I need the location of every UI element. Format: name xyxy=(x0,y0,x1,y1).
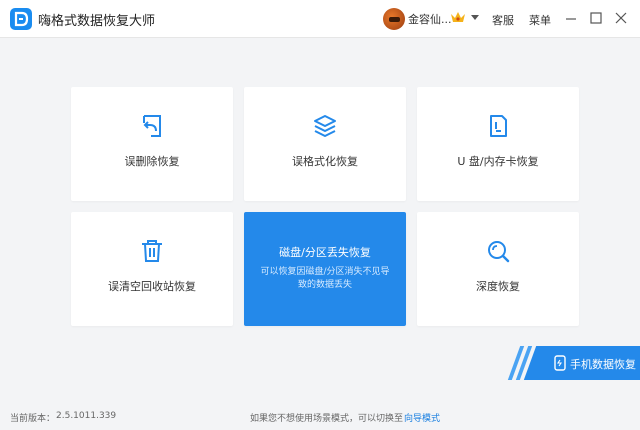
app-logo-icon xyxy=(10,8,32,30)
username[interactable]: 金容仙... xyxy=(408,11,452,27)
card-partition-recovery[interactable]: 磁盘/分区丢失恢复 可以恢复因磁盘/分区消失不见导致的数据丢失 xyxy=(244,212,406,326)
account-dropdown-chevron-icon[interactable] xyxy=(471,15,479,20)
card-label: 误格式化恢复 xyxy=(292,155,358,168)
maximize-icon[interactable] xyxy=(590,11,602,25)
title-bar: 嗨格式数据恢复大师 金容仙... 客服 菜单 xyxy=(0,0,640,38)
memory-card-icon xyxy=(490,115,507,137)
search-icon xyxy=(488,241,510,263)
card-recycle-bin-recovery[interactable]: 误清空回收站恢复 xyxy=(71,212,233,326)
mobile-data-recovery-label: 手机数据恢复 xyxy=(570,358,636,371)
card-label: 磁盘/分区丢失恢复 xyxy=(279,246,371,259)
app-title: 嗨格式数据恢复大师 xyxy=(38,14,156,29)
card-usb-memory-card-recovery[interactable]: U 盘/内存卡恢复 xyxy=(417,87,579,201)
version-label: 当前版本： xyxy=(10,414,56,424)
avatar[interactable] xyxy=(383,8,405,30)
card-label: U 盘/内存卡恢复 xyxy=(457,155,539,168)
phone-icon xyxy=(554,355,566,371)
trash-icon xyxy=(142,240,162,262)
wizard-mode-link[interactable]: 向导模式 xyxy=(404,411,440,424)
card-deleted-recovery[interactable]: 误删除恢复 xyxy=(71,87,233,201)
card-label: 误删除恢复 xyxy=(124,155,180,168)
card-label: 误清空回收站恢复 xyxy=(108,280,196,293)
status-footer: 当前版本： 2.5.1011.339 如果您不想使用场景模式，可以切换至 向导模… xyxy=(0,406,640,430)
close-icon[interactable] xyxy=(615,11,627,25)
card-format-recovery[interactable]: 误格式化恢复 xyxy=(244,87,406,201)
mode-switch-hint: 如果您不想使用场景模式，可以切换至 xyxy=(250,414,404,424)
menu-button[interactable]: 菜单 xyxy=(529,12,551,28)
mobile-data-recovery-button[interactable]: 手机数据恢复 xyxy=(507,346,640,380)
undo-file-icon xyxy=(143,115,161,137)
card-deep-recovery[interactable]: 深度恢复 xyxy=(417,212,579,326)
layers-icon xyxy=(314,115,336,137)
vip-crown-icon xyxy=(451,12,465,22)
version-number: 2.5.1011.339 xyxy=(56,411,117,421)
card-label: 深度恢复 xyxy=(476,280,520,293)
customer-service-button[interactable]: 客服 xyxy=(492,12,514,28)
minimize-icon[interactable] xyxy=(565,11,577,25)
card-description: 可以恢复因磁盘/分区消失不见导致的数据丢失 xyxy=(260,267,390,290)
